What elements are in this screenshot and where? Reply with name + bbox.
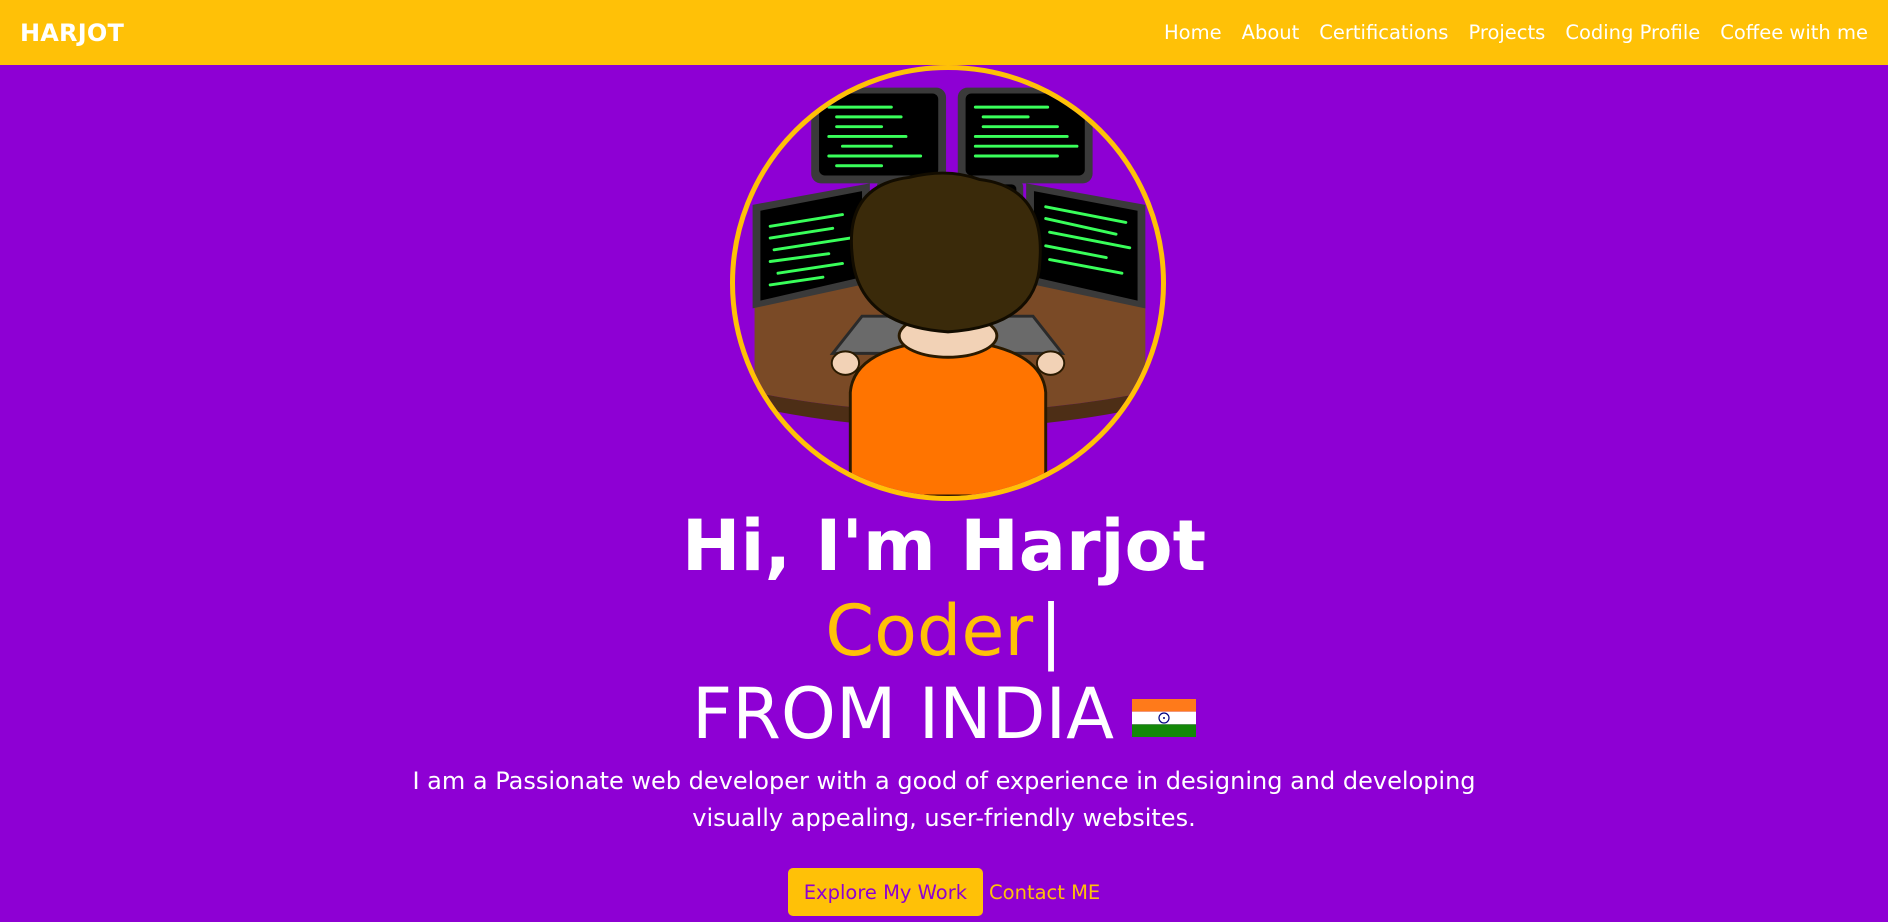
hero-greeting: Hi, I'm Harjot <box>681 505 1207 587</box>
contact-me-link[interactable]: Contact ME <box>989 881 1100 904</box>
hero-description: I am a Passionate web developer with a g… <box>412 767 1476 832</box>
nav-link-about[interactable]: About <box>1242 21 1300 44</box>
typed-cursor: | <box>1039 590 1063 672</box>
explore-work-button[interactable]: Explore My Work <box>787 868 984 916</box>
typed-word: Coder <box>825 590 1034 672</box>
coder-avatar-illustration <box>752 87 1146 496</box>
avatar <box>730 65 1166 501</box>
nav-links: Home About Certifications Projects Codin… <box>1144 21 1868 44</box>
nav-link-coding-profile[interactable]: Coding Profile <box>1565 21 1700 44</box>
nav-link-projects[interactable]: Projects <box>1468 21 1545 44</box>
india-flag-icon <box>1132 699 1197 737</box>
typed-text-line: Coder| <box>0 588 1888 674</box>
hero-actions: Explore My Work Contact ME <box>0 868 1888 916</box>
navbar: HARJOT Home About Certifications Project… <box>0 0 1888 65</box>
brand-logo[interactable]: HARJOT <box>20 19 124 47</box>
nav-link-home[interactable]: Home <box>1164 21 1222 44</box>
nav-link-coffee[interactable]: Coffee with me <box>1720 21 1868 44</box>
nav-link-certifications[interactable]: Certifications <box>1319 21 1448 44</box>
origin-line: FROM INDIA <box>0 671 1888 757</box>
origin-text: FROM INDIA <box>691 673 1115 755</box>
